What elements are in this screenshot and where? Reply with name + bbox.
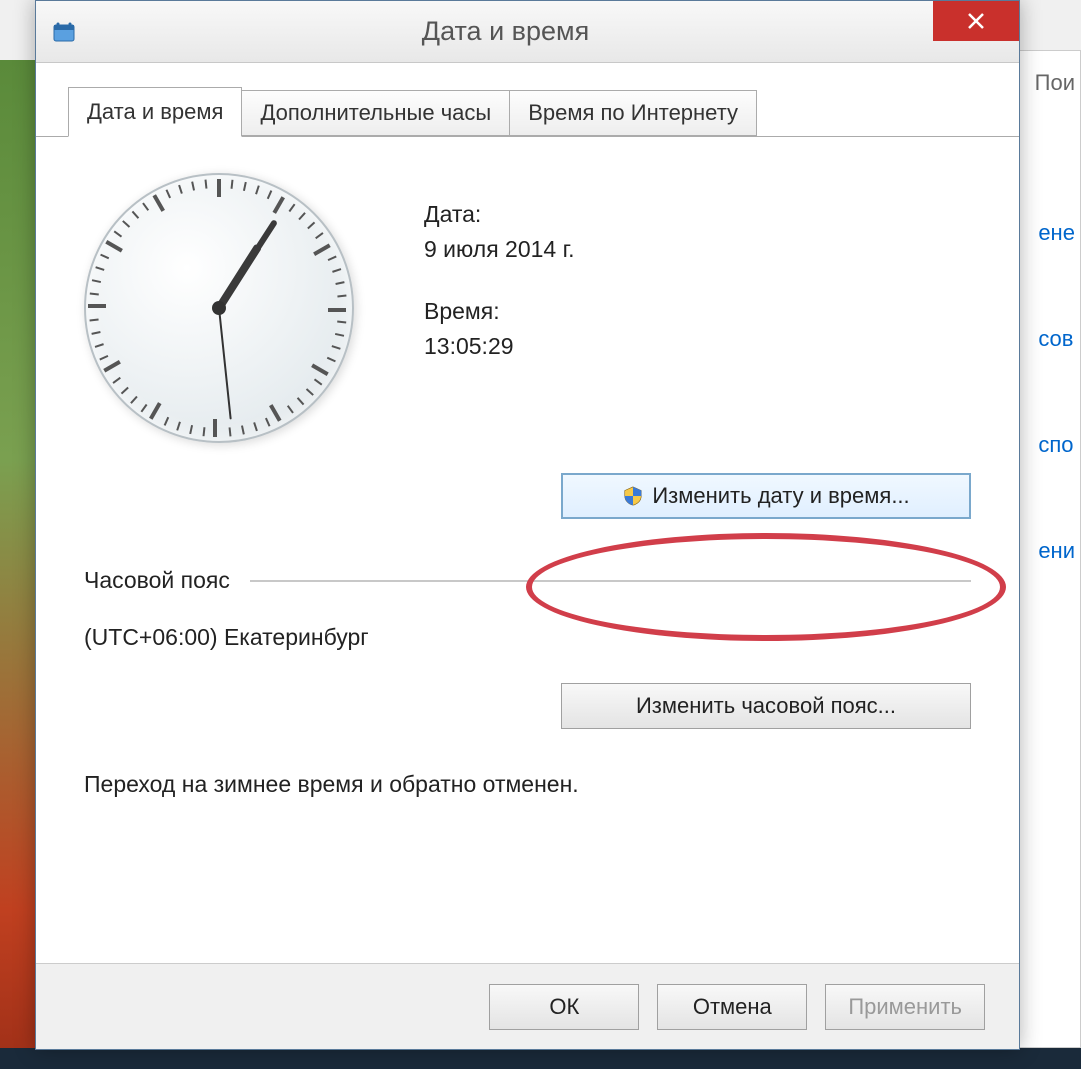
date-time-dialog: Дата и время Дата и время Дополнительные… xyxy=(35,0,1020,1050)
close-button[interactable] xyxy=(933,1,1019,41)
change-date-time-button[interactable]: Изменить дату и время... xyxy=(561,473,971,519)
titlebar[interactable]: Дата и время xyxy=(36,1,1019,63)
date-time-icon xyxy=(50,18,78,46)
background-links: ене сов спо ени xyxy=(1038,220,1075,644)
background-search-fragment: Пои xyxy=(1035,70,1075,96)
tab-internet-time[interactable]: Время по Интернету xyxy=(509,90,757,136)
date-value: 9 июля 2014 г. xyxy=(424,232,575,267)
dst-note: Переход на зимнее время и обратно отмене… xyxy=(84,771,971,798)
dialog-footer: ОК Отмена Применить xyxy=(36,963,1019,1049)
desktop-wallpaper-strip xyxy=(0,60,35,1060)
timezone-value: (UTC+06:00) Екатеринбург xyxy=(84,624,971,651)
clock-center-pin xyxy=(212,301,226,315)
uac-shield-icon xyxy=(622,485,644,507)
ok-button[interactable]: ОК xyxy=(489,984,639,1030)
time-value: 13:05:29 xyxy=(424,329,575,364)
tab-content: Дата: 9 июля 2014 г. Время: 13:05:29 Изм… xyxy=(36,137,1019,957)
timezone-header: Часовой пояс xyxy=(84,567,230,594)
time-label: Время: xyxy=(424,294,575,329)
analog-clock xyxy=(84,173,374,463)
date-time-text: Дата: 9 июля 2014 г. Время: 13:05:29 xyxy=(424,173,575,463)
taskbar-strip xyxy=(0,1048,1081,1069)
apply-button[interactable]: Применить xyxy=(825,984,985,1030)
date-label: Дата: xyxy=(424,197,575,232)
tab-date-time[interactable]: Дата и время xyxy=(68,87,242,137)
change-timezone-button[interactable]: Изменить часовой пояс... xyxy=(561,683,971,729)
tabstrip: Дата и время Дополнительные часы Время п… xyxy=(36,63,1019,137)
bg-link-fragment: спо xyxy=(1038,432,1075,458)
close-icon xyxy=(966,11,986,31)
bg-link-fragment: ене xyxy=(1038,220,1075,246)
clock-minute-hand xyxy=(216,219,278,310)
tab-additional-clocks[interactable]: Дополнительные часы xyxy=(241,90,510,136)
dialog-title: Дата и время xyxy=(78,16,933,47)
change-date-time-label: Изменить дату и время... xyxy=(652,483,909,509)
clock-second-hand xyxy=(218,308,232,420)
cancel-button[interactable]: Отмена xyxy=(657,984,807,1030)
bg-link-fragment: ени xyxy=(1038,538,1075,564)
divider xyxy=(250,580,971,582)
bg-link-fragment: сов xyxy=(1038,326,1075,352)
